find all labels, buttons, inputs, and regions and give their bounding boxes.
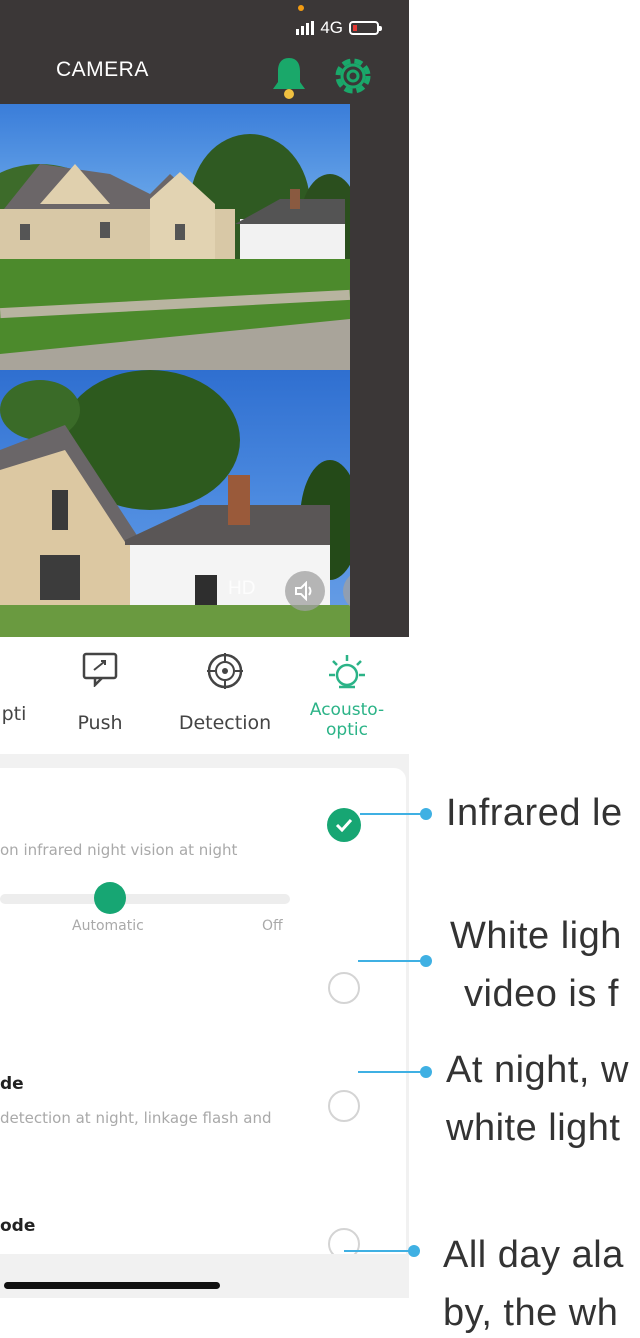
infrared-mode-checked[interactable] bbox=[327, 808, 361, 842]
callout-dot-2 bbox=[420, 955, 432, 967]
annotation-white-light-2: video is f bbox=[464, 973, 619, 1015]
top-bar: 4G CAMERA bbox=[0, 0, 409, 104]
chat-icon bbox=[82, 652, 118, 689]
callout-line-1 bbox=[360, 813, 428, 815]
bottom-safe-area bbox=[0, 1254, 409, 1298]
smart-mode-title: de bbox=[0, 1074, 24, 1094]
annotation-night-1: At night, w bbox=[446, 1049, 629, 1091]
annotation-alarm-1: All day ala bbox=[443, 1234, 624, 1276]
annotation-alarm-2: by, the wh bbox=[443, 1292, 619, 1334]
smart-mode-radio[interactable] bbox=[328, 1090, 360, 1122]
callout-line-4 bbox=[344, 1250, 414, 1252]
slider-knob[interactable] bbox=[94, 882, 126, 914]
check-icon bbox=[335, 818, 353, 832]
callout-dot-4 bbox=[408, 1245, 420, 1257]
tab-detection[interactable]: Detection bbox=[170, 651, 280, 734]
tab-label: Acousto- bbox=[309, 700, 385, 720]
page-title: CAMERA bbox=[56, 58, 149, 81]
tab-label: pti bbox=[1, 703, 27, 725]
tab-partial[interactable]: pti bbox=[0, 703, 32, 725]
camera-feed-top bbox=[0, 104, 350, 370]
home-indicator[interactable] bbox=[4, 1282, 220, 1289]
callout-dot-3 bbox=[420, 1066, 432, 1078]
infrared-description: on infrared night vision at night bbox=[0, 841, 238, 859]
tab-push[interactable]: Push bbox=[62, 651, 138, 734]
battery-icon bbox=[349, 21, 382, 35]
callout-line-3 bbox=[358, 1071, 426, 1073]
white-light-radio[interactable] bbox=[328, 972, 360, 1004]
tab-acousto-optic[interactable]: Acousto- optic bbox=[300, 651, 394, 740]
signal-icon bbox=[296, 21, 315, 35]
speaker-icon[interactable] bbox=[285, 571, 325, 611]
tab-label-line2: optic bbox=[326, 720, 368, 740]
light-bulb-icon bbox=[329, 655, 365, 689]
gear-icon[interactable] bbox=[331, 54, 375, 98]
camera-video[interactable]: HD bbox=[0, 104, 350, 637]
hd-toggle[interactable]: HD bbox=[228, 578, 255, 600]
callout-line-2 bbox=[358, 960, 426, 962]
callout-dot-1 bbox=[420, 808, 432, 820]
smart-mode-description: detection at night, linkage flash and bbox=[0, 1109, 272, 1127]
tab-label: Detection bbox=[178, 712, 272, 734]
annotation-white-light-1: White ligh bbox=[450, 915, 622, 957]
slider-label-automatic: Automatic bbox=[72, 918, 144, 934]
target-icon bbox=[207, 653, 243, 689]
slider-label-off: Off bbox=[262, 918, 283, 934]
annotation-night-2: white light bbox=[446, 1107, 621, 1149]
feature-tabs: pti Push Detection Acousto- optic bbox=[0, 637, 409, 754]
video-side-panel bbox=[350, 104, 409, 637]
annotation-infrared: Infrared le bbox=[446, 792, 623, 834]
alarm-mode-title: ode bbox=[0, 1216, 36, 1236]
bell-icon[interactable] bbox=[270, 54, 308, 100]
notification-dot bbox=[298, 5, 305, 11]
network-label: 4G bbox=[320, 18, 343, 37]
status-bar: 4G bbox=[296, 5, 382, 38]
light-slider[interactable] bbox=[0, 894, 290, 904]
phone-screen: 4G CAMERA HD pti Push Detection Acousto-… bbox=[0, 0, 409, 1298]
tab-label: Push bbox=[77, 712, 123, 734]
